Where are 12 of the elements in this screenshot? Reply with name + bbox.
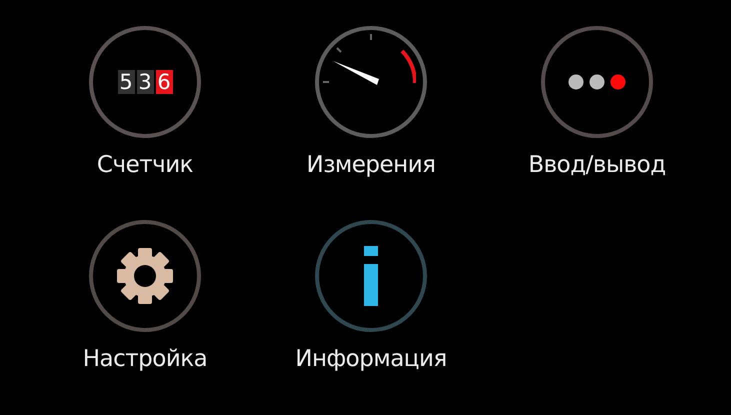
dots-icon: [568, 74, 626, 90]
menu-label: Счетчик: [96, 152, 194, 178]
counter-digit: 5: [118, 70, 134, 94]
menu-label: Настройка: [82, 346, 208, 372]
gauge-icon: [322, 33, 416, 87]
menu-label: Информация: [295, 346, 447, 372]
menu-tile-button[interactable]: 5 3 6: [89, 26, 201, 138]
menu-label: Ввод/вывод: [528, 152, 666, 178]
counter-digit: 6: [156, 70, 172, 94]
counter-digit: 3: [136, 70, 154, 94]
info-icon: [364, 246, 378, 306]
menu-label: Измерения: [306, 152, 436, 178]
